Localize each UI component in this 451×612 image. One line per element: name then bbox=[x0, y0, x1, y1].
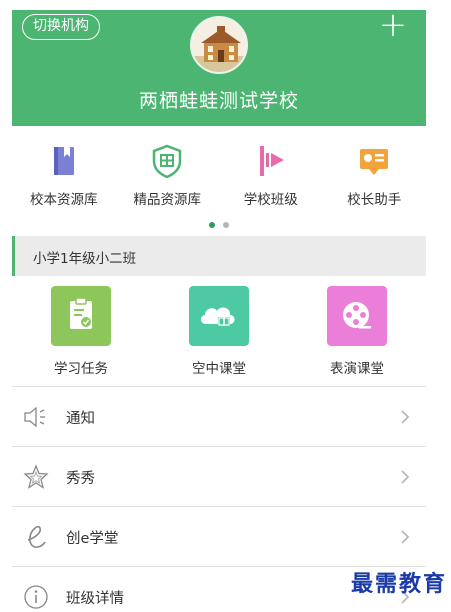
film-reel-icon bbox=[326, 286, 387, 346]
page-indicator[interactable] bbox=[12, 222, 426, 232]
school-building-icon bbox=[190, 16, 248, 74]
star-icon bbox=[23, 464, 49, 489]
feature-online-classroom[interactable]: 空中课堂 bbox=[150, 282, 288, 384]
add-button[interactable]: + bbox=[376, 10, 410, 44]
list-item-e-classroom[interactable]: 创e学堂 bbox=[12, 506, 426, 566]
switch-institution-button[interactable]: 切换机构 bbox=[22, 14, 100, 40]
school-name: 两栖蛙蛙测试学校 bbox=[138, 90, 299, 112]
list-item-showcase[interactable]: 秀秀 bbox=[12, 446, 426, 506]
feature-label: 空中课堂 bbox=[191, 361, 246, 377]
info-icon bbox=[24, 585, 48, 609]
quick-item-school-library[interactable]: 校本资源库 bbox=[12, 136, 116, 218]
watermark: 最需教育 bbox=[350, 571, 447, 597]
feature-label: 表演课堂 bbox=[329, 361, 384, 377]
quick-label: 精品资源库 bbox=[133, 192, 202, 208]
list-label: 班级详情 bbox=[66, 591, 124, 607]
shield-icon bbox=[153, 144, 182, 178]
quick-label: 学校班级 bbox=[243, 192, 298, 208]
class-bar[interactable]: 小学1年级小二班 bbox=[12, 236, 426, 276]
clipboard-icon bbox=[50, 286, 111, 346]
quick-item-school-classes[interactable]: 学校班级 bbox=[219, 136, 323, 218]
app-frame: 切换机构 + 两栖蛙蛙测试学校 校本资源库 精品资源库 学校班级 校长助手 小学… bbox=[12, 10, 426, 612]
class-name: 小学1年级小二班 bbox=[33, 251, 137, 267]
cloud-book-icon bbox=[188, 286, 249, 346]
chevron-right-icon bbox=[401, 530, 410, 544]
e-letter-icon bbox=[27, 525, 46, 548]
feature-performance-classroom[interactable]: 表演课堂 bbox=[288, 282, 426, 384]
chevron-right-icon bbox=[401, 410, 410, 424]
chevron-right-icon bbox=[401, 470, 410, 484]
quick-item-premium-library[interactable]: 精品资源库 bbox=[116, 136, 220, 218]
quick-label: 校长助手 bbox=[347, 192, 402, 208]
feature-label: 学习任务 bbox=[53, 361, 108, 377]
list-label: 创e学堂 bbox=[66, 531, 119, 547]
list-label: 秀秀 bbox=[66, 471, 95, 487]
page-dot[interactable] bbox=[223, 222, 229, 228]
speaker-icon bbox=[24, 406, 45, 428]
feature-grid: 学习任务 空中课堂 表演课堂 bbox=[12, 282, 426, 384]
quick-label: 校本资源库 bbox=[30, 192, 98, 208]
play-flag-icon bbox=[259, 146, 284, 176]
list-label: 通知 bbox=[66, 411, 95, 427]
book-icon bbox=[53, 147, 74, 175]
header: 切换机构 + 两栖蛙蛙测试学校 bbox=[12, 10, 426, 126]
page-dot-active[interactable] bbox=[209, 222, 215, 228]
assistant-card-icon bbox=[360, 149, 389, 175]
list-item-notice[interactable]: 通知 bbox=[12, 386, 426, 446]
feature-learning-tasks[interactable]: 学习任务 bbox=[12, 282, 150, 384]
quick-item-principal-assistant[interactable]: 校长助手 bbox=[323, 136, 427, 218]
quick-grid: 校本资源库 精品资源库 学校班级 校长助手 bbox=[12, 136, 426, 218]
